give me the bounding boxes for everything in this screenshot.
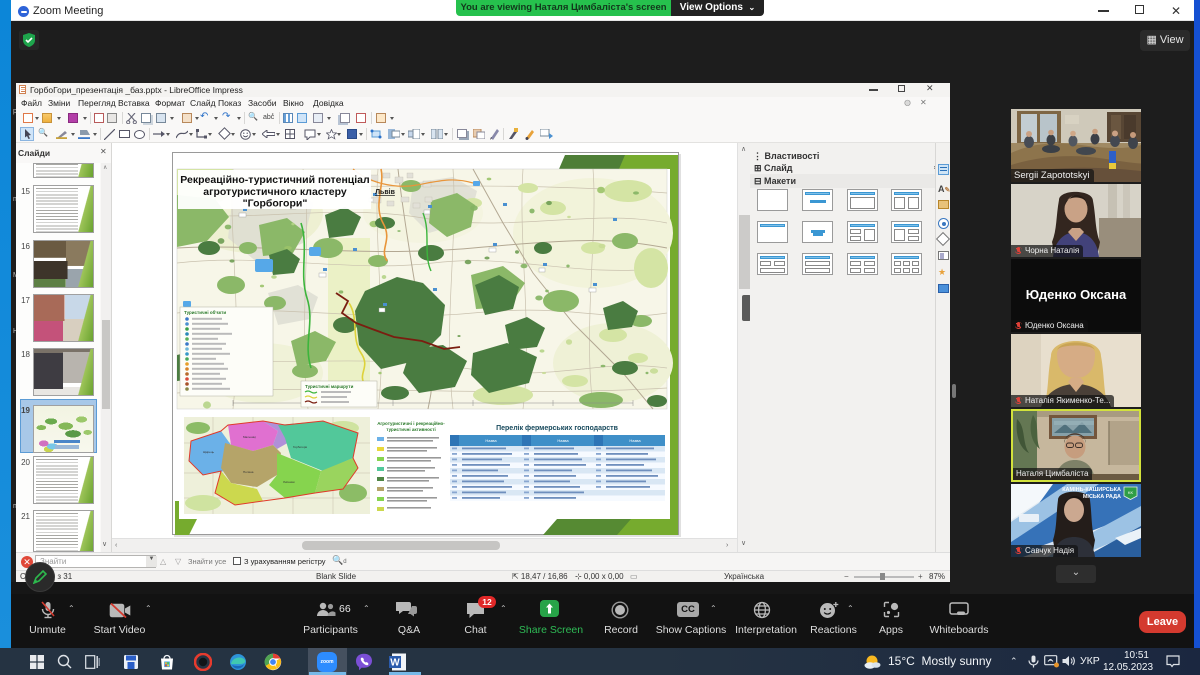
svg-text:"Горбогори": "Горбогори" [243,198,308,210]
svg-text:Назва: Назва [629,438,641,443]
svg-text:Мальчиці: Мальчиці [243,435,256,439]
svg-text:W: W [390,658,400,669]
svg-text:Липники: Липники [283,480,295,484]
svg-text:Поляна: Поляна [243,470,254,474]
svg-text:Горбогори: Горбогори [293,445,308,449]
svg-text:KK: KK [1128,490,1134,495]
svg-text:Назва: Назва [485,438,497,443]
svg-text:Туристичні об'єкти: Туристичні об'єкти [184,309,226,315]
svg-text:Рекреаційно-туристичний потенц: Рекреаційно-туристичний потенціал [180,174,369,186]
svg-text:Назва: Назва [557,438,569,443]
svg-text:агротуристичного кластеру: агротуристичного кластеру [203,186,347,198]
svg-text:туристичні активності: туристичні активності [386,427,435,432]
svg-text:Львів: Львів [375,188,395,196]
svg-text:Агротуристичні і рекреаційно-: Агротуристичні і рекреаційно- [377,420,445,426]
svg-text:Туристичні маршрути: Туристичні маршрути [305,384,354,389]
svg-text:Щирець: Щирець [203,450,215,454]
svg-text:Перелік фермерських господарст: Перелік фермерських господарств [496,424,618,432]
